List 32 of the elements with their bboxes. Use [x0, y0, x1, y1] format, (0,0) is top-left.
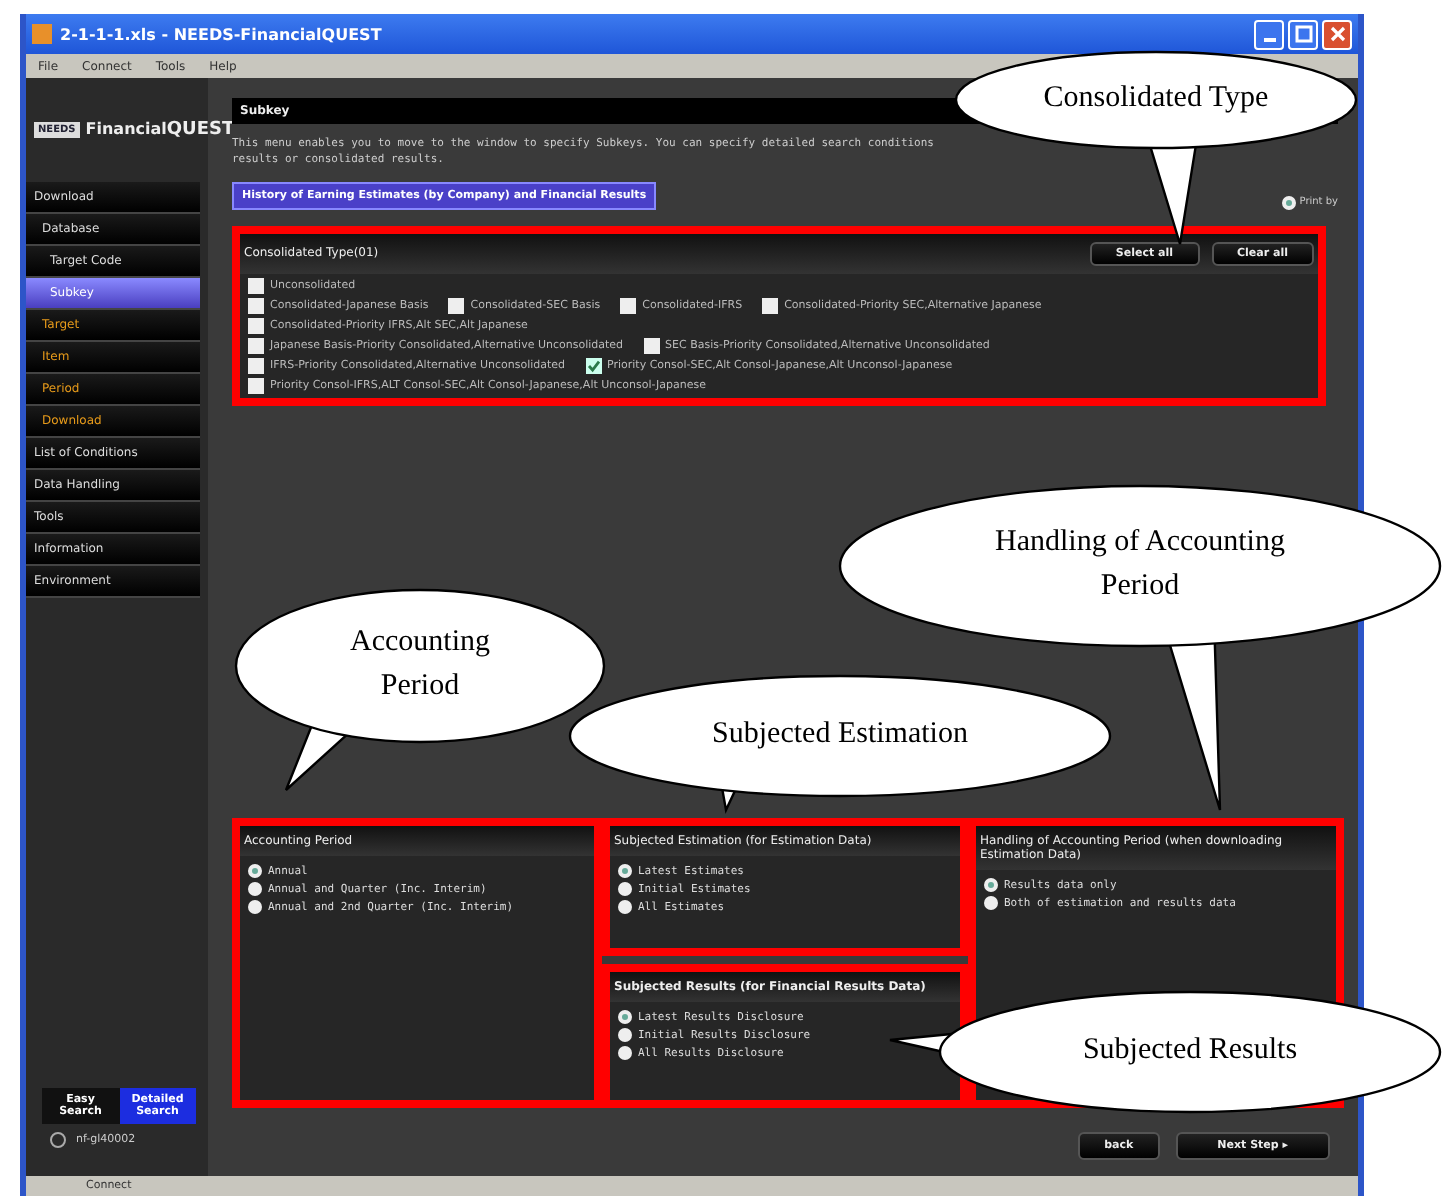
- close-icon: [1327, 24, 1347, 44]
- radio-button[interactable]: [618, 882, 632, 896]
- checkbox[interactable]: [248, 277, 264, 293]
- maximize-button[interactable]: [1288, 19, 1318, 49]
- minimize-icon: [1263, 38, 1275, 42]
- checkbox[interactable]: [248, 357, 264, 373]
- checkbox[interactable]: [762, 297, 779, 313]
- checkbox[interactable]: [248, 297, 264, 313]
- callout-text: Handling of Accounting Period: [993, 524, 1287, 606]
- radio-button[interactable]: [618, 900, 632, 914]
- minimize-button[interactable]: [1254, 19, 1284, 49]
- maximize-icon: [1293, 24, 1313, 44]
- radio-button[interactable]: [984, 896, 998, 910]
- checkbox[interactable]: [248, 317, 264, 333]
- app-icon: [32, 24, 52, 44]
- callout-text: Accounting Period: [348, 624, 492, 706]
- checkbox[interactable]: [620, 297, 637, 313]
- callout-text: Subjected Results: [1082, 1032, 1298, 1071]
- close-button[interactable]: [1322, 19, 1352, 49]
- checkbox[interactable]: [248, 337, 264, 353]
- logo-text: FinancialQUEST: [85, 120, 235, 140]
- radio-button[interactable]: [248, 882, 262, 896]
- checkbox[interactable]: [643, 337, 660, 353]
- window-title: 2-1-1-1.xls - NEEDS-FinancialQUEST: [60, 25, 384, 43]
- checkbox[interactable]: [585, 357, 602, 373]
- checkbox[interactable]: [448, 297, 465, 313]
- radio-button[interactable]: [618, 1028, 632, 1042]
- radio-button[interactable]: [50, 1132, 66, 1148]
- callout-text: Subjected Estimation: [712, 716, 968, 755]
- checkbox[interactable]: [248, 377, 264, 393]
- radio-button[interactable]: [248, 900, 262, 914]
- radio-button[interactable]: [618, 1046, 632, 1060]
